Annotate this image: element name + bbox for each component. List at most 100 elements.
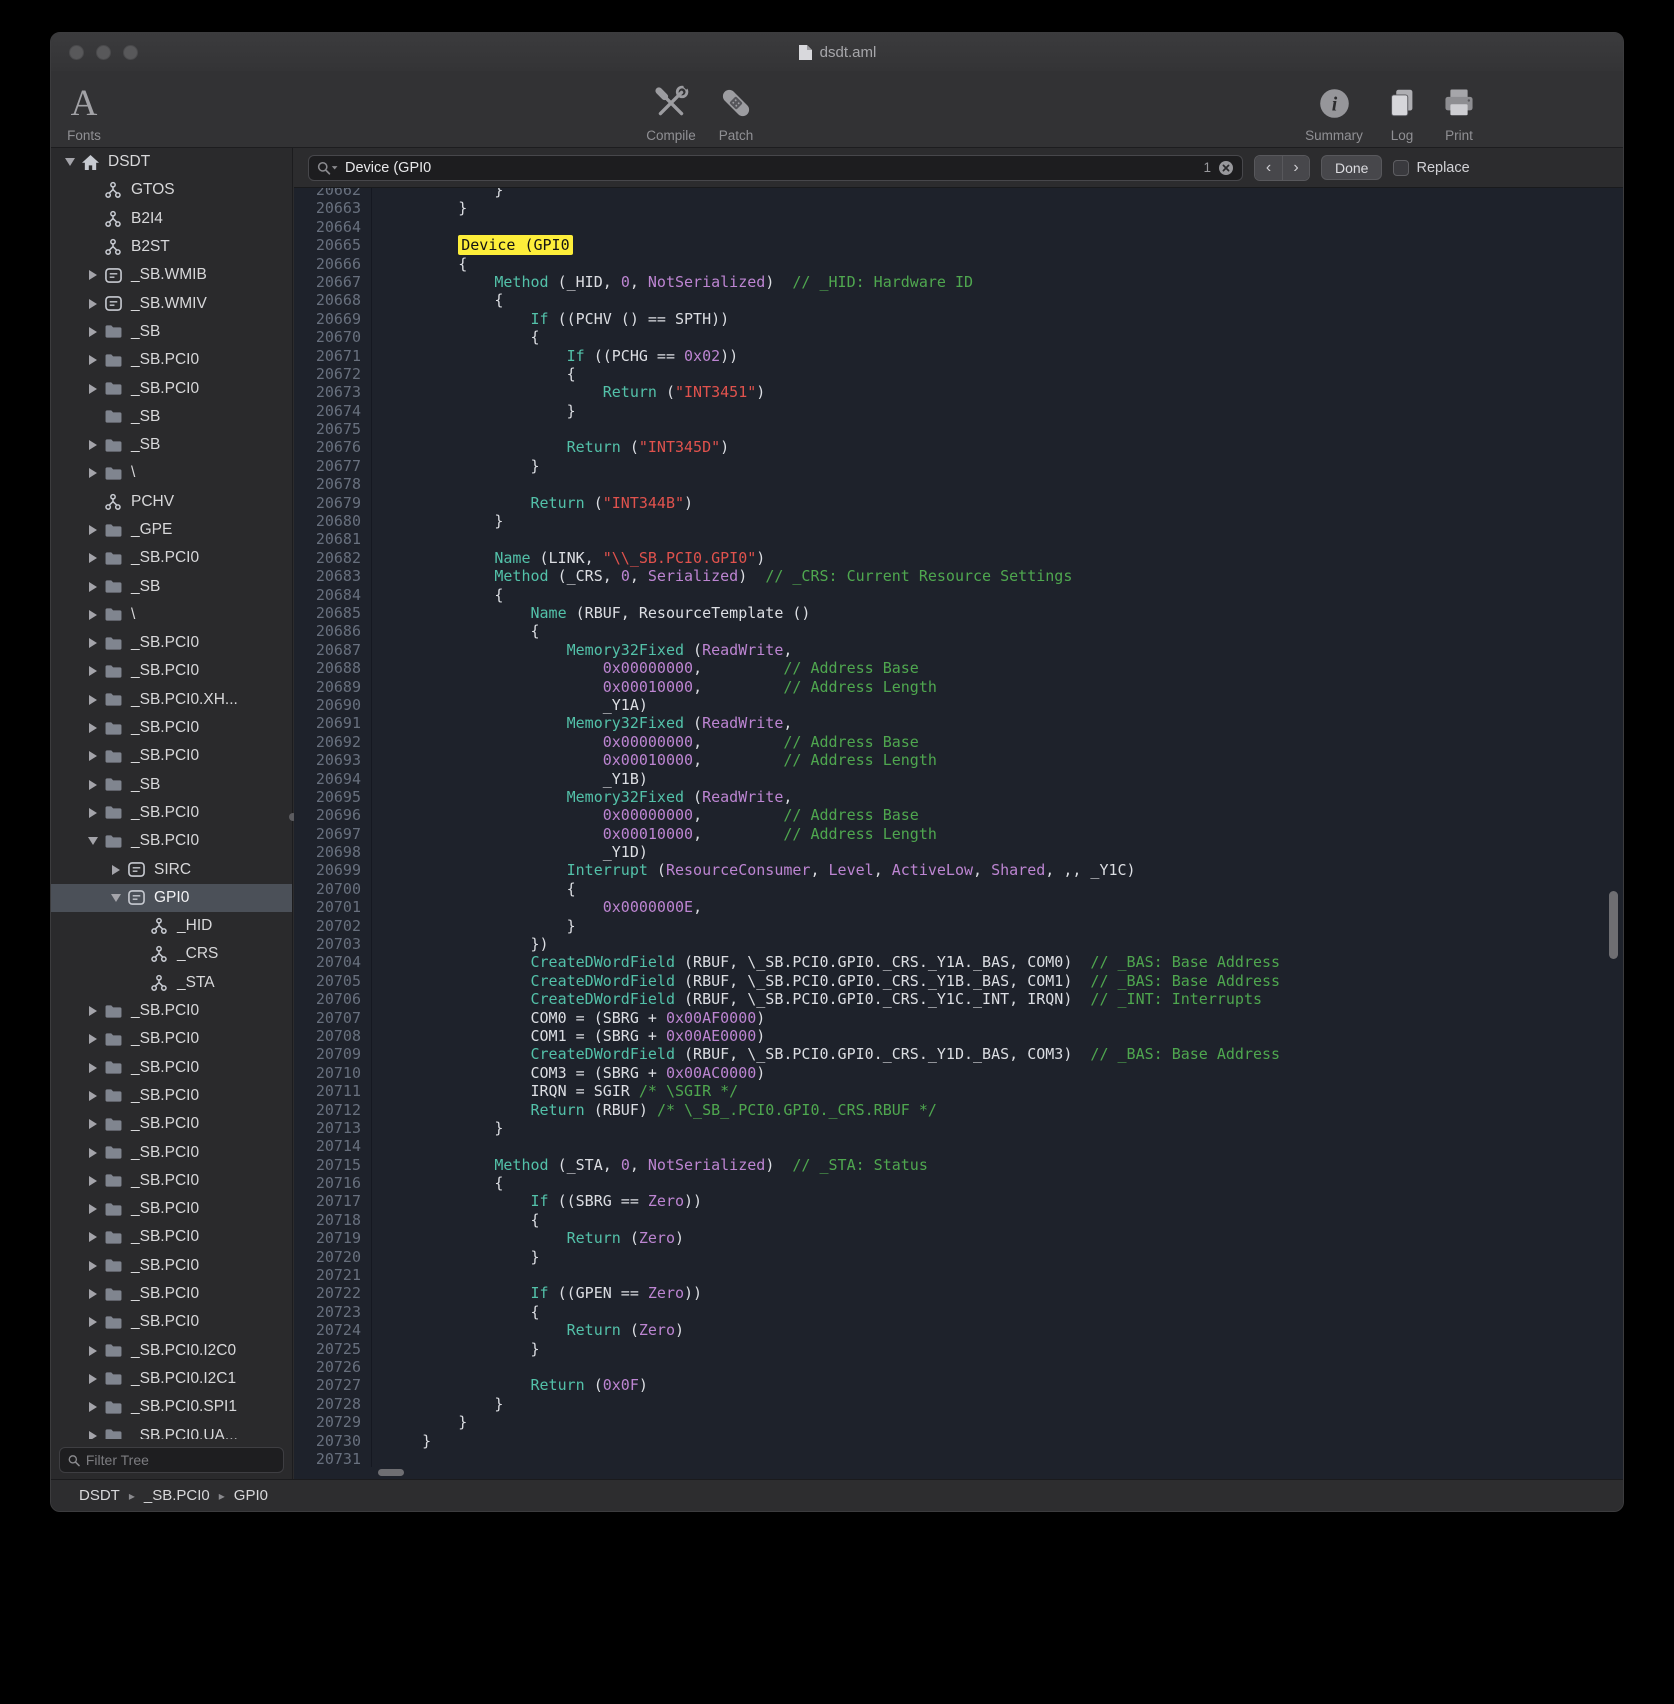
print-button[interactable]: Print	[1432, 77, 1486, 143]
tree-item-sb-pci0[interactable]: _SB.PCI0	[51, 346, 292, 374]
disclosure-triangle-icon[interactable]	[84, 1346, 101, 1356]
fonts-button[interactable]: A Fonts	[55, 77, 113, 143]
disclosure-triangle-icon[interactable]	[84, 355, 101, 365]
find-previous-button[interactable]: ‹	[1255, 156, 1282, 180]
disclosure-triangle-icon[interactable]	[84, 384, 101, 394]
disclosure-triangle-icon[interactable]	[84, 1006, 101, 1016]
disclosure-triangle-icon[interactable]	[84, 327, 101, 337]
disclosure-triangle-icon[interactable]	[84, 440, 101, 450]
filter-tree-field[interactable]	[59, 1447, 284, 1473]
tree-item-sb-wmiv[interactable]: _SB.WMIV	[51, 289, 292, 317]
tree-item-sb[interactable]: _SB	[51, 403, 292, 431]
tree-item-sb-pci0[interactable]: _SB.PCI0	[51, 1110, 292, 1138]
tree-item-sb-pci0[interactable]: _SB.PCI0	[51, 1054, 292, 1082]
disclosure-triangle-icon[interactable]	[84, 837, 101, 845]
tree-item-sb-pci0[interactable]: _SB.PCI0	[51, 629, 292, 657]
tree-item-sb-pci0[interactable]: _SB.PCI0	[51, 1280, 292, 1308]
tree-item-gpe[interactable]: _GPE	[51, 516, 292, 544]
disclosure-triangle-icon[interactable]	[84, 666, 101, 676]
tree-item-sb[interactable]: _SB	[51, 771, 292, 799]
tree-item-sb-pci0[interactable]: _SB.PCI0	[51, 714, 292, 742]
tree-item-sb-pci0[interactable]: _SB.PCI0	[51, 374, 292, 402]
summary-button[interactable]: i Summary	[1296, 77, 1372, 143]
tree-item-sb-pci0-xh[interactable]: _SB.PCI0.XH...	[51, 686, 292, 714]
disclosure-triangle-icon[interactable]	[84, 1317, 101, 1327]
tree-item-b2st[interactable]: B2ST	[51, 233, 292, 261]
disclosure-triangle-icon[interactable]	[84, 582, 101, 592]
disclosure-triangle-icon[interactable]	[84, 553, 101, 563]
tree-item-sb-pci0[interactable]: _SB.PCI0	[51, 827, 292, 855]
disclosure-triangle-icon[interactable]	[84, 1063, 101, 1073]
disclosure-triangle-icon[interactable]	[84, 1034, 101, 1044]
disclosure-triangle-icon[interactable]	[84, 525, 101, 535]
compile-button[interactable]: Compile	[635, 77, 707, 143]
tree-item-[interactable]: \	[51, 459, 292, 487]
tree-item-gtos[interactable]: GTOS	[51, 176, 292, 204]
disclosure-triangle-icon[interactable]	[84, 638, 101, 648]
tree-item-b2i4[interactable]: B2I4	[51, 205, 292, 233]
clear-search-icon[interactable]	[1218, 160, 1234, 176]
tree-item-gpi0[interactable]: GPI0	[51, 884, 292, 912]
tree-item-sb-pci0[interactable]: _SB.PCI0	[51, 1223, 292, 1251]
breadcrumb-item-gpi0[interactable]: GPI0	[234, 1487, 268, 1504]
tree-item-sb-pci0[interactable]: _SB.PCI0	[51, 1082, 292, 1110]
find-next-button[interactable]: ›	[1282, 156, 1309, 180]
disclosure-triangle-icon[interactable]	[84, 1374, 101, 1384]
tree-item-sb-pci0[interactable]: _SB.PCI0	[51, 657, 292, 685]
disclosure-triangle-icon[interactable]	[84, 1402, 101, 1412]
replace-checkbox[interactable]	[1393, 160, 1409, 176]
find-input[interactable]: Device (GPI0	[345, 160, 1196, 176]
disclosure-triangle-icon[interactable]	[84, 695, 101, 705]
tree-item-pchv[interactable]: PCHV	[51, 488, 292, 516]
disclosure-triangle-icon[interactable]	[84, 610, 101, 620]
tree-item-dsdt[interactable]: DSDT	[51, 148, 292, 176]
tree-item-sb-pci0[interactable]: _SB.PCI0	[51, 1025, 292, 1053]
tree-item-hid[interactable]: _HID	[51, 912, 292, 940]
search-menu-icon[interactable]	[317, 161, 338, 175]
patch-button[interactable]: Patch	[706, 77, 766, 143]
tree-item-crs[interactable]: _CRS	[51, 940, 292, 968]
tree-item-sb-pci0-i2c1[interactable]: _SB.PCI0.I2C1	[51, 1365, 292, 1393]
disclosure-triangle-icon[interactable]	[84, 1148, 101, 1158]
disclosure-triangle-icon[interactable]	[84, 1232, 101, 1242]
disclosure-triangle-icon[interactable]	[61, 158, 78, 166]
tree-item-sb-pci0[interactable]: _SB.PCI0	[51, 997, 292, 1025]
tree-item-sb-pci0-spi1[interactable]: _SB.PCI0.SPI1	[51, 1393, 292, 1421]
tree-item-sb-pci0[interactable]: _SB.PCI0	[51, 1167, 292, 1195]
disclosure-triangle-icon[interactable]	[84, 1176, 101, 1186]
tree-item-[interactable]: \	[51, 601, 292, 629]
disclosure-triangle-icon[interactable]	[84, 1431, 101, 1440]
disclosure-triangle-icon[interactable]	[84, 270, 101, 280]
breadcrumb-item--sb-pci0[interactable]: _SB.PCI0	[144, 1487, 210, 1504]
disclosure-triangle-icon[interactable]	[107, 865, 124, 875]
disclosure-triangle-icon[interactable]	[84, 1261, 101, 1271]
disclosure-triangle-icon[interactable]	[84, 808, 101, 818]
done-button[interactable]: Done	[1321, 155, 1382, 180]
disclosure-triangle-icon[interactable]	[84, 780, 101, 790]
tree-item-sb[interactable]: _SB	[51, 572, 292, 600]
tree-item-sb-pci0[interactable]: _SB.PCI0	[51, 1252, 292, 1280]
log-button[interactable]: Log	[1377, 77, 1427, 143]
tree-item-sb-pci0-i2c0[interactable]: _SB.PCI0.I2C0	[51, 1336, 292, 1364]
disclosure-triangle-icon[interactable]	[84, 1204, 101, 1214]
disclosure-triangle-icon[interactable]	[84, 1119, 101, 1129]
filter-tree-input[interactable]	[86, 1452, 275, 1468]
disclosure-triangle-icon[interactable]	[107, 894, 124, 902]
tree-item-sb-pci0-ua[interactable]: _SB.PCI0.UA...	[51, 1421, 292, 1439]
tree-item-sb[interactable]: _SB	[51, 318, 292, 346]
tree-item-sta[interactable]: _STA	[51, 969, 292, 997]
tree-item-sb-pci0[interactable]: _SB.PCI0	[51, 1138, 292, 1166]
tree-item-sb-pci0[interactable]: _SB.PCI0	[51, 799, 292, 827]
disclosure-triangle-icon[interactable]	[84, 751, 101, 761]
tree-item-sb-pci0[interactable]: _SB.PCI0	[51, 1195, 292, 1223]
disclosure-triangle-icon[interactable]	[84, 299, 101, 309]
tree-item-sb-pci0[interactable]: _SB.PCI0	[51, 544, 292, 572]
horizontal-scrollbar[interactable]	[378, 1469, 404, 1476]
vertical-scrollbar[interactable]	[1609, 891, 1618, 959]
breadcrumb-item-dsdt[interactable]: DSDT	[79, 1487, 120, 1504]
disclosure-triangle-icon[interactable]	[84, 723, 101, 733]
disclosure-triangle-icon[interactable]	[84, 1289, 101, 1299]
tree-item-sb[interactable]: _SB	[51, 431, 292, 459]
find-field[interactable]: Device (GPI0 1	[308, 155, 1243, 181]
disclosure-triangle-icon[interactable]	[84, 1091, 101, 1101]
